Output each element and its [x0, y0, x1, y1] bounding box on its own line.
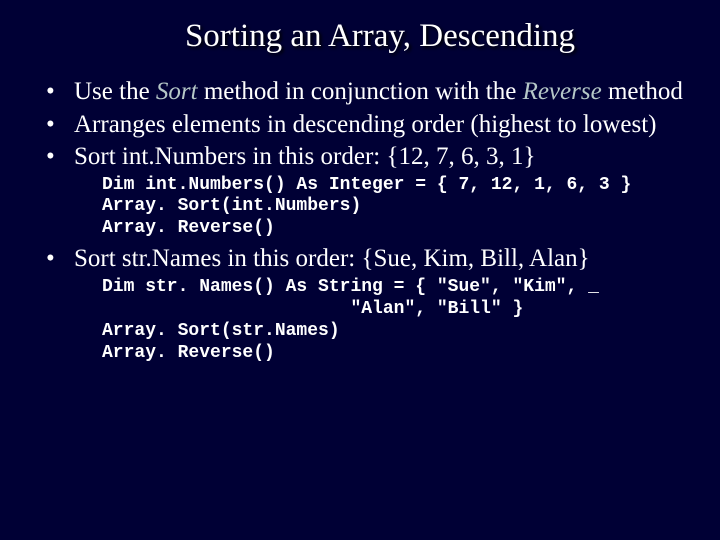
bullet-1-text-b: method in conjunction with the [198, 78, 523, 105]
bullet-list: Use the Sort method in conjunction with … [24, 77, 696, 173]
bullet-1-emph-sort: Sort [156, 78, 198, 105]
bullet-3: Sort int.Numbers in this order: {12, 7, … [24, 142, 696, 173]
code-block-1: Dim int.Numbers() As Integer = { 7, 12, … [24, 175, 696, 241]
bullet-1-text-c: method [602, 78, 683, 105]
bullet-2: Arranges elements in descending order (h… [24, 110, 696, 141]
slide: Sorting an Array, Descending Use the Sor… [0, 0, 720, 540]
slide-title: Sorting an Array, Descending [24, 18, 696, 55]
bullet-1: Use the Sort method in conjunction with … [24, 77, 696, 108]
bullet-list-2: Sort str.Names in this order: {Sue, Kim,… [24, 244, 696, 275]
bullet-4: Sort str.Names in this order: {Sue, Kim,… [24, 244, 696, 275]
bullet-1-text-a: Use the [74, 78, 156, 105]
code-block-2: Dim str. Names() As String = { "Sue", "K… [24, 277, 696, 365]
bullet-1-emph-reverse: Reverse [523, 78, 602, 105]
